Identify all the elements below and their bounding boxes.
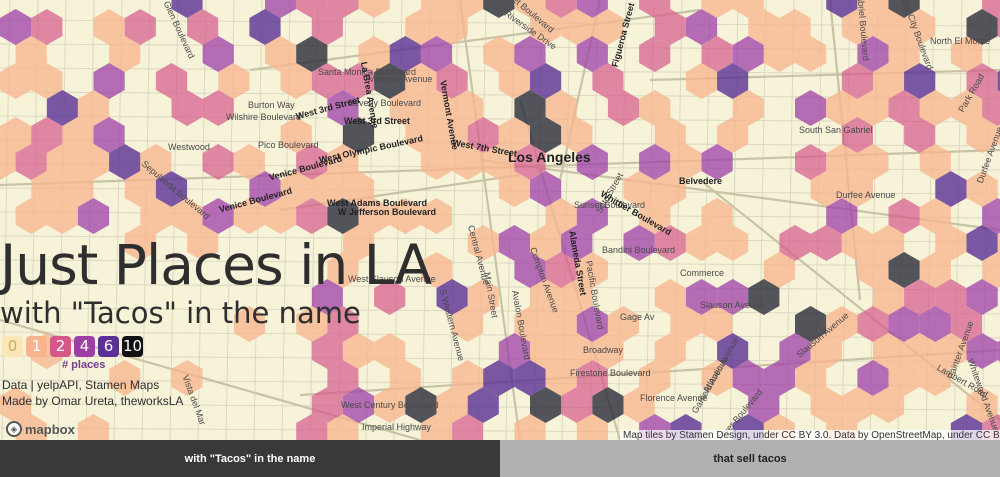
street-label: North El Monte — [930, 36, 991, 46]
legend-box-0: 0 — [2, 336, 23, 357]
credits: Data | yelpAPI, Stamen Maps Made by Omar… — [0, 377, 470, 409]
street-label: Gage Av — [620, 312, 655, 322]
street-label: Bandini Boulevard — [602, 245, 676, 255]
legend-box-6: 6 — [98, 336, 119, 357]
legend-box-10: 10 — [122, 336, 143, 357]
hexbin-cell — [77, 414, 110, 440]
street-label: Broadway — [583, 345, 624, 355]
street-label: West 3rd Street — [344, 116, 410, 126]
street-label: Westwood — [168, 142, 210, 152]
street-label: Imperial Highway — [362, 422, 432, 432]
mapbox-icon: ◈ — [6, 421, 22, 437]
hexbin-cell — [358, 0, 390, 18]
info-overlay: Just Places in LA with "Tacos" in the na… — [0, 238, 470, 409]
street-label: Slauson Avenue — [700, 300, 765, 310]
street-label: Commerce — [680, 268, 725, 278]
tab-bar: with "Tacos" in the name that sell tacos — [0, 440, 1000, 477]
city-label: Los Angeles — [508, 149, 591, 165]
street-label: South San Gabriel — [799, 125, 873, 135]
legend-box-1: 1 — [26, 336, 47, 357]
street-label: Burton Way — [248, 100, 295, 110]
tab-sell-tacos-label: that sell tacos — [713, 452, 787, 465]
legend-box-4: 4 — [74, 336, 95, 357]
street-label: Melrose Avenue — [368, 74, 433, 84]
credits-author: Made by Omar Ureta, theworksLA — [2, 394, 184, 408]
street-label: Firestone Boulevard — [570, 368, 651, 378]
mapbox-logo-text: mapbox — [25, 421, 75, 437]
street-label: Belvedere — [679, 176, 723, 186]
page-title: Just Places in LA — [0, 233, 432, 297]
tab-sell-tacos[interactable]: that sell tacos — [500, 440, 1000, 477]
hexbin-cell — [795, 90, 827, 126]
mapbox-logo[interactable]: ◈ mapbox — [6, 421, 75, 437]
tab-tacos-in-name[interactable]: with "Tacos" in the name — [0, 440, 500, 477]
legend-caption: # places — [62, 359, 106, 371]
street-label: Durfee Avenue — [836, 190, 896, 200]
tab-tacos-in-name-label: with "Tacos" in the name — [184, 452, 316, 465]
page-subtitle: with "Tacos" in the name — [0, 296, 361, 330]
street-label: Wilshire Boulevard — [226, 112, 302, 122]
credits-data-source: Data | yelpAPI, Stamen Maps — [2, 378, 160, 392]
street-label: Pico Boulevard — [258, 140, 319, 150]
legend: 0 1 2 4 6 10 — [0, 336, 470, 357]
street-label: W Jefferson Boulevard — [338, 207, 437, 217]
legend-box-2: 2 — [50, 336, 71, 357]
